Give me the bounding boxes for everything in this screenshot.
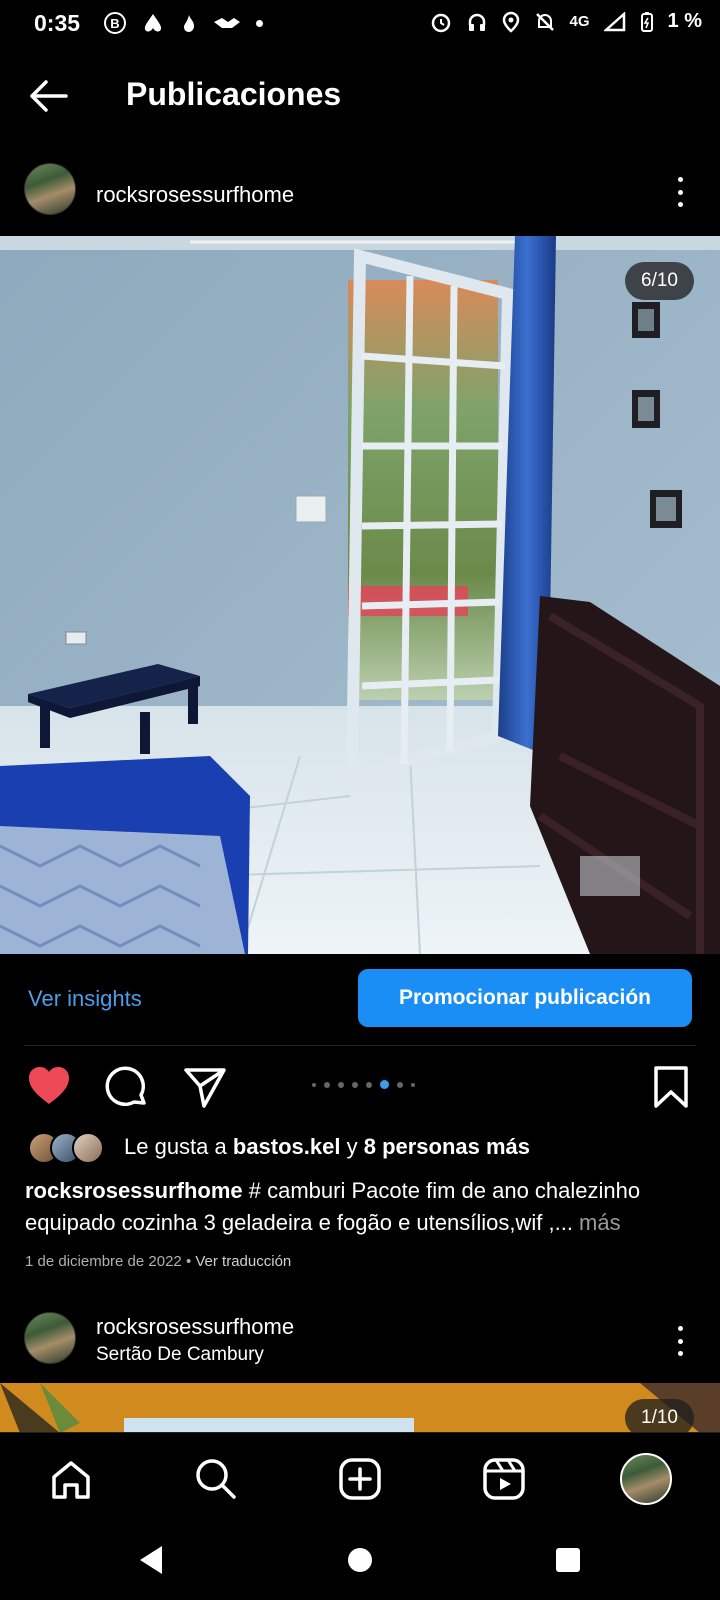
- system-recents-icon[interactable]: [554, 1546, 582, 1574]
- carousel-dot: [324, 1081, 330, 1088]
- battery-icon: [640, 11, 653, 32]
- carousel-dot: [397, 1081, 403, 1088]
- likes-others[interactable]: 8 personas más: [364, 1134, 530, 1159]
- room-photo-illustration: [0, 236, 720, 954]
- airbnb-icon: [144, 14, 162, 32]
- post2-author-avatar[interactable]: [24, 1312, 76, 1364]
- post2-carousel-counter: 1/10: [625, 1399, 694, 1433]
- post-date-row: 1 de diciembre de 2022 • Ver traducción: [25, 1253, 291, 1270]
- home-icon[interactable]: [50, 1459, 92, 1501]
- post2-options-icon[interactable]: [676, 1326, 684, 1356]
- post-photo[interactable]: 6/10: [0, 236, 720, 954]
- post-caption[interactable]: rocksrosessurfhome # camburi Pacote fim …: [25, 1175, 705, 1239]
- top-app-bar: Publicaciones: [0, 60, 720, 130]
- carousel-dot: [312, 1082, 316, 1087]
- battery-level: 1 %: [667, 10, 702, 32]
- likes-prefix: Le gusta a: [124, 1134, 233, 1159]
- post2-location[interactable]: Sertão De Cambury: [96, 1344, 264, 1366]
- see-translation-link[interactable]: Ver traducción: [195, 1253, 291, 1270]
- signal-icon: [603, 11, 625, 31]
- b-app-icon: B: [104, 12, 126, 34]
- view-insights-link[interactable]: Ver insights: [28, 986, 142, 1012]
- save-bookmark-icon[interactable]: [648, 1064, 694, 1110]
- location-icon: [502, 11, 519, 33]
- likes-user[interactable]: bastos.kel: [233, 1134, 341, 1159]
- create-post-icon[interactable]: [338, 1457, 382, 1501]
- caption-more-link[interactable]: más: [573, 1210, 621, 1235]
- handshake-icon: [214, 18, 240, 28]
- carousel-dot: [366, 1081, 372, 1088]
- post-options-icon[interactable]: [676, 177, 684, 207]
- post2-photo-illustration: [0, 1383, 720, 1433]
- headset-icon: [468, 13, 485, 31]
- carousel-indicator: [312, 1080, 415, 1089]
- status-bar: 0:35 B 4G 1 %: [0, 0, 720, 48]
- likers-avatars[interactable]: [28, 1132, 104, 1164]
- more-notifications-dot: [256, 19, 263, 27]
- post2-author-username[interactable]: rocksrosessurfhome: [96, 1314, 294, 1340]
- likes-summary[interactable]: Le gusta a bastos.kel y 8 personas más: [124, 1134, 530, 1160]
- carousel-dot: [411, 1082, 415, 1087]
- bottom-navigation: [0, 1432, 720, 1525]
- system-status-icons: 4G 1 %: [430, 10, 702, 33]
- comment-icon[interactable]: [104, 1065, 150, 1111]
- page-title: Publicaciones: [126, 76, 342, 112]
- date-separator: •: [181, 1253, 196, 1270]
- post-date: 1 de diciembre de 2022: [25, 1253, 182, 1270]
- like-heart-icon[interactable]: [26, 1063, 72, 1109]
- carousel-dot: [338, 1081, 344, 1088]
- carousel-dot: [352, 1081, 358, 1088]
- back-arrow-icon[interactable]: [26, 78, 70, 114]
- reels-icon[interactable]: [482, 1457, 526, 1501]
- system-home-icon[interactable]: [346, 1546, 374, 1574]
- system-navigation-bar: [0, 1524, 720, 1600]
- caption-username[interactable]: rocksrosessurfhome: [25, 1178, 243, 1203]
- notification-icons: B: [104, 12, 263, 34]
- network-type: 4G: [569, 13, 590, 30]
- share-send-icon[interactable]: [182, 1064, 228, 1110]
- post-author-username[interactable]: rocksrosessurfhome: [96, 182, 294, 208]
- profile-tab-avatar[interactable]: [620, 1453, 672, 1505]
- carousel-dot-active: [380, 1080, 389, 1089]
- liker-avatar: [72, 1132, 104, 1164]
- likes-mid: y: [340, 1134, 364, 1159]
- search-icon[interactable]: [194, 1457, 238, 1501]
- divider: [24, 1045, 696, 1046]
- post-author-avatar[interactable]: [24, 163, 76, 215]
- flame-icon: [184, 15, 194, 32]
- alarm-icon: [431, 13, 450, 32]
- carousel-counter: 6/10: [625, 262, 694, 300]
- status-time: 0:35: [34, 10, 81, 36]
- system-back-icon[interactable]: [136, 1544, 166, 1576]
- post2-photo[interactable]: 1/10: [0, 1383, 720, 1433]
- promote-post-button[interactable]: Promocionar publicación: [358, 969, 692, 1027]
- notifications-off-icon: [535, 12, 554, 31]
